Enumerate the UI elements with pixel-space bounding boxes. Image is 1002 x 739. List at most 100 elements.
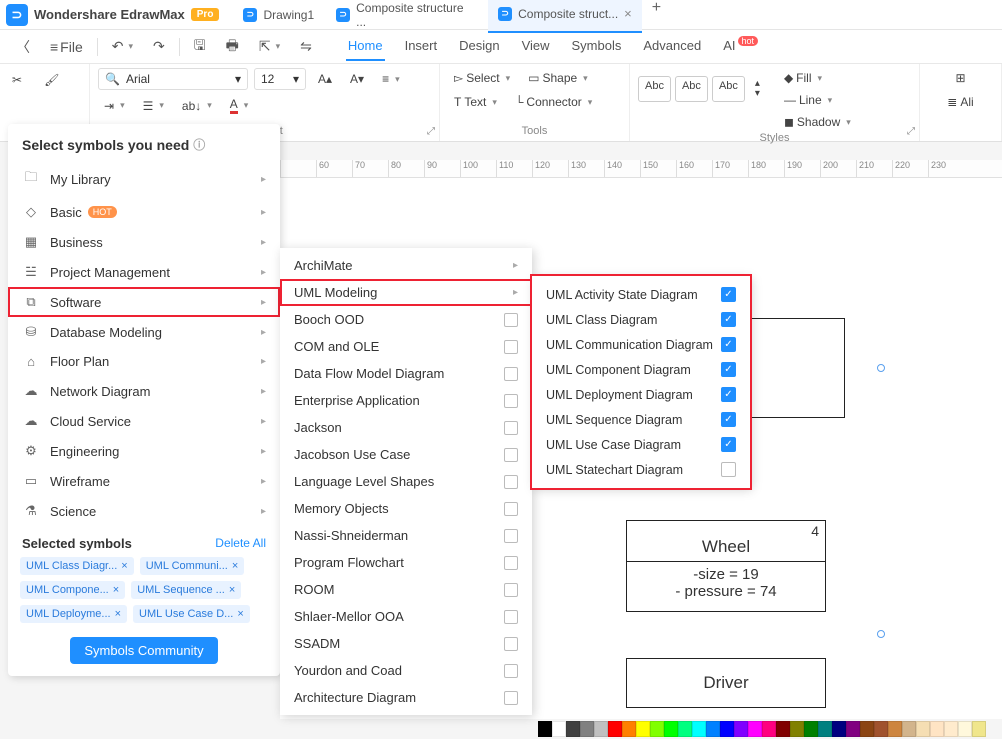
color-swatch[interactable] [734,721,748,737]
color-swatch[interactable] [720,721,734,737]
connector-tool[interactable]: └ Connector [509,92,598,112]
submenu-uml-modeling[interactable]: UML Modeling▸ [280,279,532,306]
color-swatch[interactable] [762,721,776,737]
color-swatch[interactable] [930,721,944,737]
line-button[interactable]: — Line [778,90,857,110]
category-basic[interactable]: ◇BasicHOT▸ [8,197,280,227]
position-button[interactable]: ⊞ [949,68,971,88]
fill-button[interactable]: ◆ Fill [778,68,857,88]
submenu-language-shapes[interactable]: Language Level Shapes [280,468,532,495]
font-color-button[interactable]: A [224,94,255,117]
menu-view[interactable]: View [520,32,552,61]
checkbox-icon[interactable]: ✓ [721,362,736,377]
color-swatch[interactable] [580,721,594,737]
add-tab-button[interactable]: + [644,0,669,33]
tab-drawing1[interactable]: ⊃Drawing1 [233,0,324,33]
submenu-dfd[interactable]: Data Flow Model Diagram [280,360,532,387]
cut-button[interactable]: ✂ [6,70,28,90]
color-swatch[interactable] [608,721,622,737]
uml-sequence[interactable]: UML Sequence Diagram✓ [536,407,746,432]
category-floor-plan[interactable]: ⌂Floor Plan▸ [8,347,280,376]
color-swatch[interactable] [874,721,888,737]
submenu-nassi[interactable]: Nassi-Shneiderman [280,522,532,549]
submenu-booch[interactable]: Booch OOD [280,306,532,333]
diagram-wheel-box[interactable]: 4 Wheel -size = 19 - pressure = 74 [626,520,826,612]
close-icon[interactable]: × [121,560,127,572]
tag-uml-deploy[interactable]: UML Deployme...× [20,605,127,623]
close-icon[interactable]: × [232,560,238,572]
style-preset-2[interactable]: Abc [675,76,708,102]
close-icon[interactable]: × [113,584,119,596]
menu-advanced[interactable]: Advanced [641,32,703,61]
tab-composite2[interactable]: ⊃Composite struct...× [488,0,642,33]
increase-font-button[interactable]: A▴ [312,69,338,89]
checkbox-icon[interactable]: ✓ [721,412,736,427]
color-swatch[interactable] [538,721,552,737]
color-swatch[interactable] [888,721,902,737]
submenu-architecture[interactable]: Architecture Diagram [280,684,532,711]
color-swatch[interactable] [832,721,846,737]
uml-activity-state[interactable]: UML Activity State Diagram✓ [536,282,746,307]
color-swatch[interactable] [552,721,566,737]
submenu-jacobson[interactable]: Jacobson Use Case [280,441,532,468]
font-family-select[interactable]: 🔍Arial▾ [98,68,248,90]
submenu-archimate[interactable]: ArchiMate▸ [280,252,532,279]
resize-handle[interactable] [877,630,885,638]
back-button[interactable]: 〈 [10,33,36,61]
symbols-community-button[interactable]: Symbols Community [70,637,217,664]
color-swatch[interactable] [692,721,706,737]
color-swatch[interactable] [972,721,986,737]
tag-uml-comp[interactable]: UML Compone...× [20,581,125,599]
color-swatch[interactable] [776,721,790,737]
format-painter-button[interactable]: 🖌 [38,70,65,90]
category-my-library[interactable]: 🗀My Library▸ [8,161,280,197]
category-network[interactable]: ☁Network Diagram▸ [8,376,280,406]
save-button[interactable]: 🖫 [188,31,212,63]
checkbox-icon[interactable]: ✓ [721,312,736,327]
color-swatch[interactable] [860,721,874,737]
tag-uml-seq[interactable]: UML Sequence ...× [131,581,241,599]
color-swatch[interactable] [902,721,916,737]
delete-all-link[interactable]: Delete All [215,536,266,551]
submenu-room[interactable]: ROOM [280,576,532,603]
color-swatch[interactable] [916,721,930,737]
submenu-jackson[interactable]: Jackson [280,414,532,441]
category-project-management[interactable]: ☱Project Management▸ [8,257,280,287]
tag-uml-comm[interactable]: UML Communi...× [140,557,245,575]
expand-icon[interactable]: ⤢ [907,126,915,137]
shadow-button[interactable]: ◼ Shadow [778,112,857,132]
uml-communication[interactable]: UML Communication Diagram✓ [536,332,746,357]
select-tool[interactable]: ▻ Select [448,68,516,88]
abc-button[interactable]: ab↓ [176,96,218,116]
submenu-enterprise[interactable]: Enterprise Application [280,387,532,414]
submenu-yourdon[interactable]: Yourdon and Coad [280,657,532,684]
menu-ai[interactable]: AIhot [721,32,760,61]
checkbox-icon[interactable]: ✓ [721,287,736,302]
align-button[interactable]: ≡ [376,69,406,89]
category-wireframe[interactable]: ▭Wireframe▸ [8,466,280,496]
uml-component[interactable]: UML Component Diagram✓ [536,357,746,382]
menu-insert[interactable]: Insert [403,32,440,61]
decrease-font-button[interactable]: A▾ [344,69,370,89]
tag-uml-usecase[interactable]: UML Use Case D...× [133,605,250,623]
color-swatch[interactable] [804,721,818,737]
color-swatch[interactable] [566,721,580,737]
style-more[interactable]: ▴▾ [749,76,766,102]
submenu-flowchart[interactable]: Program Flowchart [280,549,532,576]
expand-icon[interactable]: ⤢ [427,126,435,137]
indent-button[interactable]: ⇥ [98,96,131,116]
category-engineering[interactable]: ⚙Engineering▸ [8,436,280,466]
menu-design[interactable]: Design [457,32,501,61]
list-button[interactable]: ☰ [137,96,170,116]
align-button2[interactable]: ≣ Ali [941,92,979,112]
uml-deployment[interactable]: UML Deployment Diagram✓ [536,382,746,407]
submenu-memory[interactable]: Memory Objects [280,495,532,522]
close-icon[interactable]: × [229,584,235,596]
color-swatch[interactable] [790,721,804,737]
uml-use-case[interactable]: UML Use Case Diagram✓ [536,432,746,457]
close-icon[interactable]: × [624,6,632,21]
menu-home[interactable]: Home [346,32,385,61]
close-icon[interactable]: × [237,608,243,620]
hamburger-icon[interactable]: ≡ File [44,35,89,59]
category-science[interactable]: ⚗Science▸ [8,496,280,526]
